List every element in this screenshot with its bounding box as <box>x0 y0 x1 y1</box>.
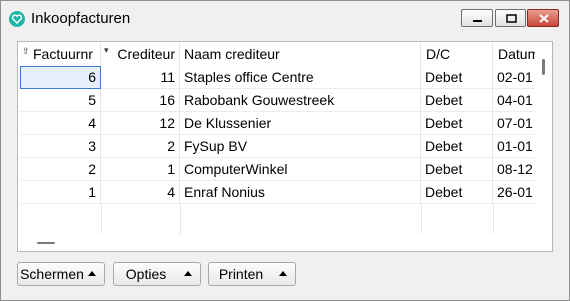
sort-ascending-icon: ⇧ <box>22 46 30 56</box>
cell-crediteur[interactable]: 2 <box>101 135 180 158</box>
column-header-crediteur[interactable]: ▾ Crediteur <box>101 42 180 66</box>
column-filler <box>101 204 181 234</box>
cell-datum[interactable]: 08-12 <box>493 158 537 181</box>
cell-naam-crediteur[interactable]: ComputerWinkel <box>180 158 421 181</box>
cell-dc[interactable]: Debet <box>421 158 493 181</box>
cell-naam-crediteur[interactable]: Rabobank Gouwestreek <box>180 89 421 112</box>
cell-datum[interactable]: 02-01 <box>493 66 537 89</box>
column-header-factuurnr[interactable]: ⇧ Factuurnr <box>18 42 101 66</box>
cell-factuurnr[interactable]: 5 <box>20 89 101 112</box>
minimize-button[interactable] <box>461 9 493 27</box>
cell-crediteur[interactable]: 4 <box>101 181 180 204</box>
cell-dc[interactable]: Debet <box>421 135 493 158</box>
cell-dc[interactable]: Debet <box>421 181 493 204</box>
maximize-button[interactable] <box>495 9 526 27</box>
cell-naam-crediteur[interactable]: Staples office Centre <box>180 66 421 89</box>
column-filler <box>20 204 102 234</box>
title-bar[interactable]: Inkoopfacturen <box>1 1 569 33</box>
close-button[interactable] <box>527 9 559 27</box>
column-header-dc[interactable]: D/C <box>421 42 493 66</box>
sort-indicator-icon: ▾ <box>104 45 109 55</box>
printen-button[interactable]: Printen <box>208 262 296 286</box>
column-header-naam-crediteur[interactable]: Naam crediteur <box>180 42 421 66</box>
cell-datum[interactable]: 26-01 <box>493 181 537 204</box>
application-window: Inkoopfacturen ⇧ Factuurnr ▾ Crediteur N… <box>0 0 570 301</box>
window-title: Inkoopfacturen <box>31 10 131 27</box>
cell-naam-crediteur[interactable]: Enraf Nonius <box>180 181 421 204</box>
column-header-datum[interactable]: Datum <box>493 42 537 66</box>
cell-datum[interactable]: 01-01 <box>493 135 537 158</box>
caret-up-icon <box>88 271 96 276</box>
caret-up-icon <box>279 271 287 276</box>
cell-datum[interactable]: 07-01 <box>493 112 537 135</box>
horizontal-scroll-thumb[interactable] <box>37 242 55 244</box>
cell-crediteur[interactable]: 16 <box>101 89 180 112</box>
cell-dc[interactable]: Debet <box>421 89 493 112</box>
column-filler <box>421 204 494 234</box>
cell-factuurnr[interactable]: 3 <box>20 135 101 158</box>
cell-dc[interactable]: Debet <box>421 66 493 89</box>
app-heart-icon <box>9 11 25 27</box>
cell-naam-crediteur[interactable]: FySup BV <box>180 135 421 158</box>
cell-crediteur[interactable]: 12 <box>101 112 180 135</box>
cell-naam-crediteur[interactable]: De Klussenier <box>180 112 421 135</box>
vertical-scroll-thumb[interactable] <box>542 59 545 75</box>
schermen-button[interactable]: Schermen <box>17 262 105 286</box>
horizontal-scrollbar[interactable] <box>18 234 552 251</box>
cell-dc[interactable]: Debet <box>421 112 493 135</box>
cell-factuurnr[interactable]: 6 <box>20 66 101 89</box>
opties-button[interactable]: Opties <box>113 262 201 286</box>
cell-factuurnr[interactable]: 4 <box>20 112 101 135</box>
caret-up-icon <box>184 271 192 276</box>
cell-crediteur[interactable]: 11 <box>101 66 180 89</box>
cell-factuurnr[interactable]: 2 <box>20 158 101 181</box>
cell-crediteur[interactable]: 1 <box>101 158 180 181</box>
vertical-scrollbar[interactable] <box>535 42 552 235</box>
invoice-table[interactable]: ⇧ Factuurnr ▾ Crediteur Naam crediteur D… <box>17 41 553 252</box>
column-filler <box>180 204 422 234</box>
cell-factuurnr[interactable]: 1 <box>20 181 101 204</box>
cell-datum[interactable]: 04-01 <box>493 89 537 112</box>
